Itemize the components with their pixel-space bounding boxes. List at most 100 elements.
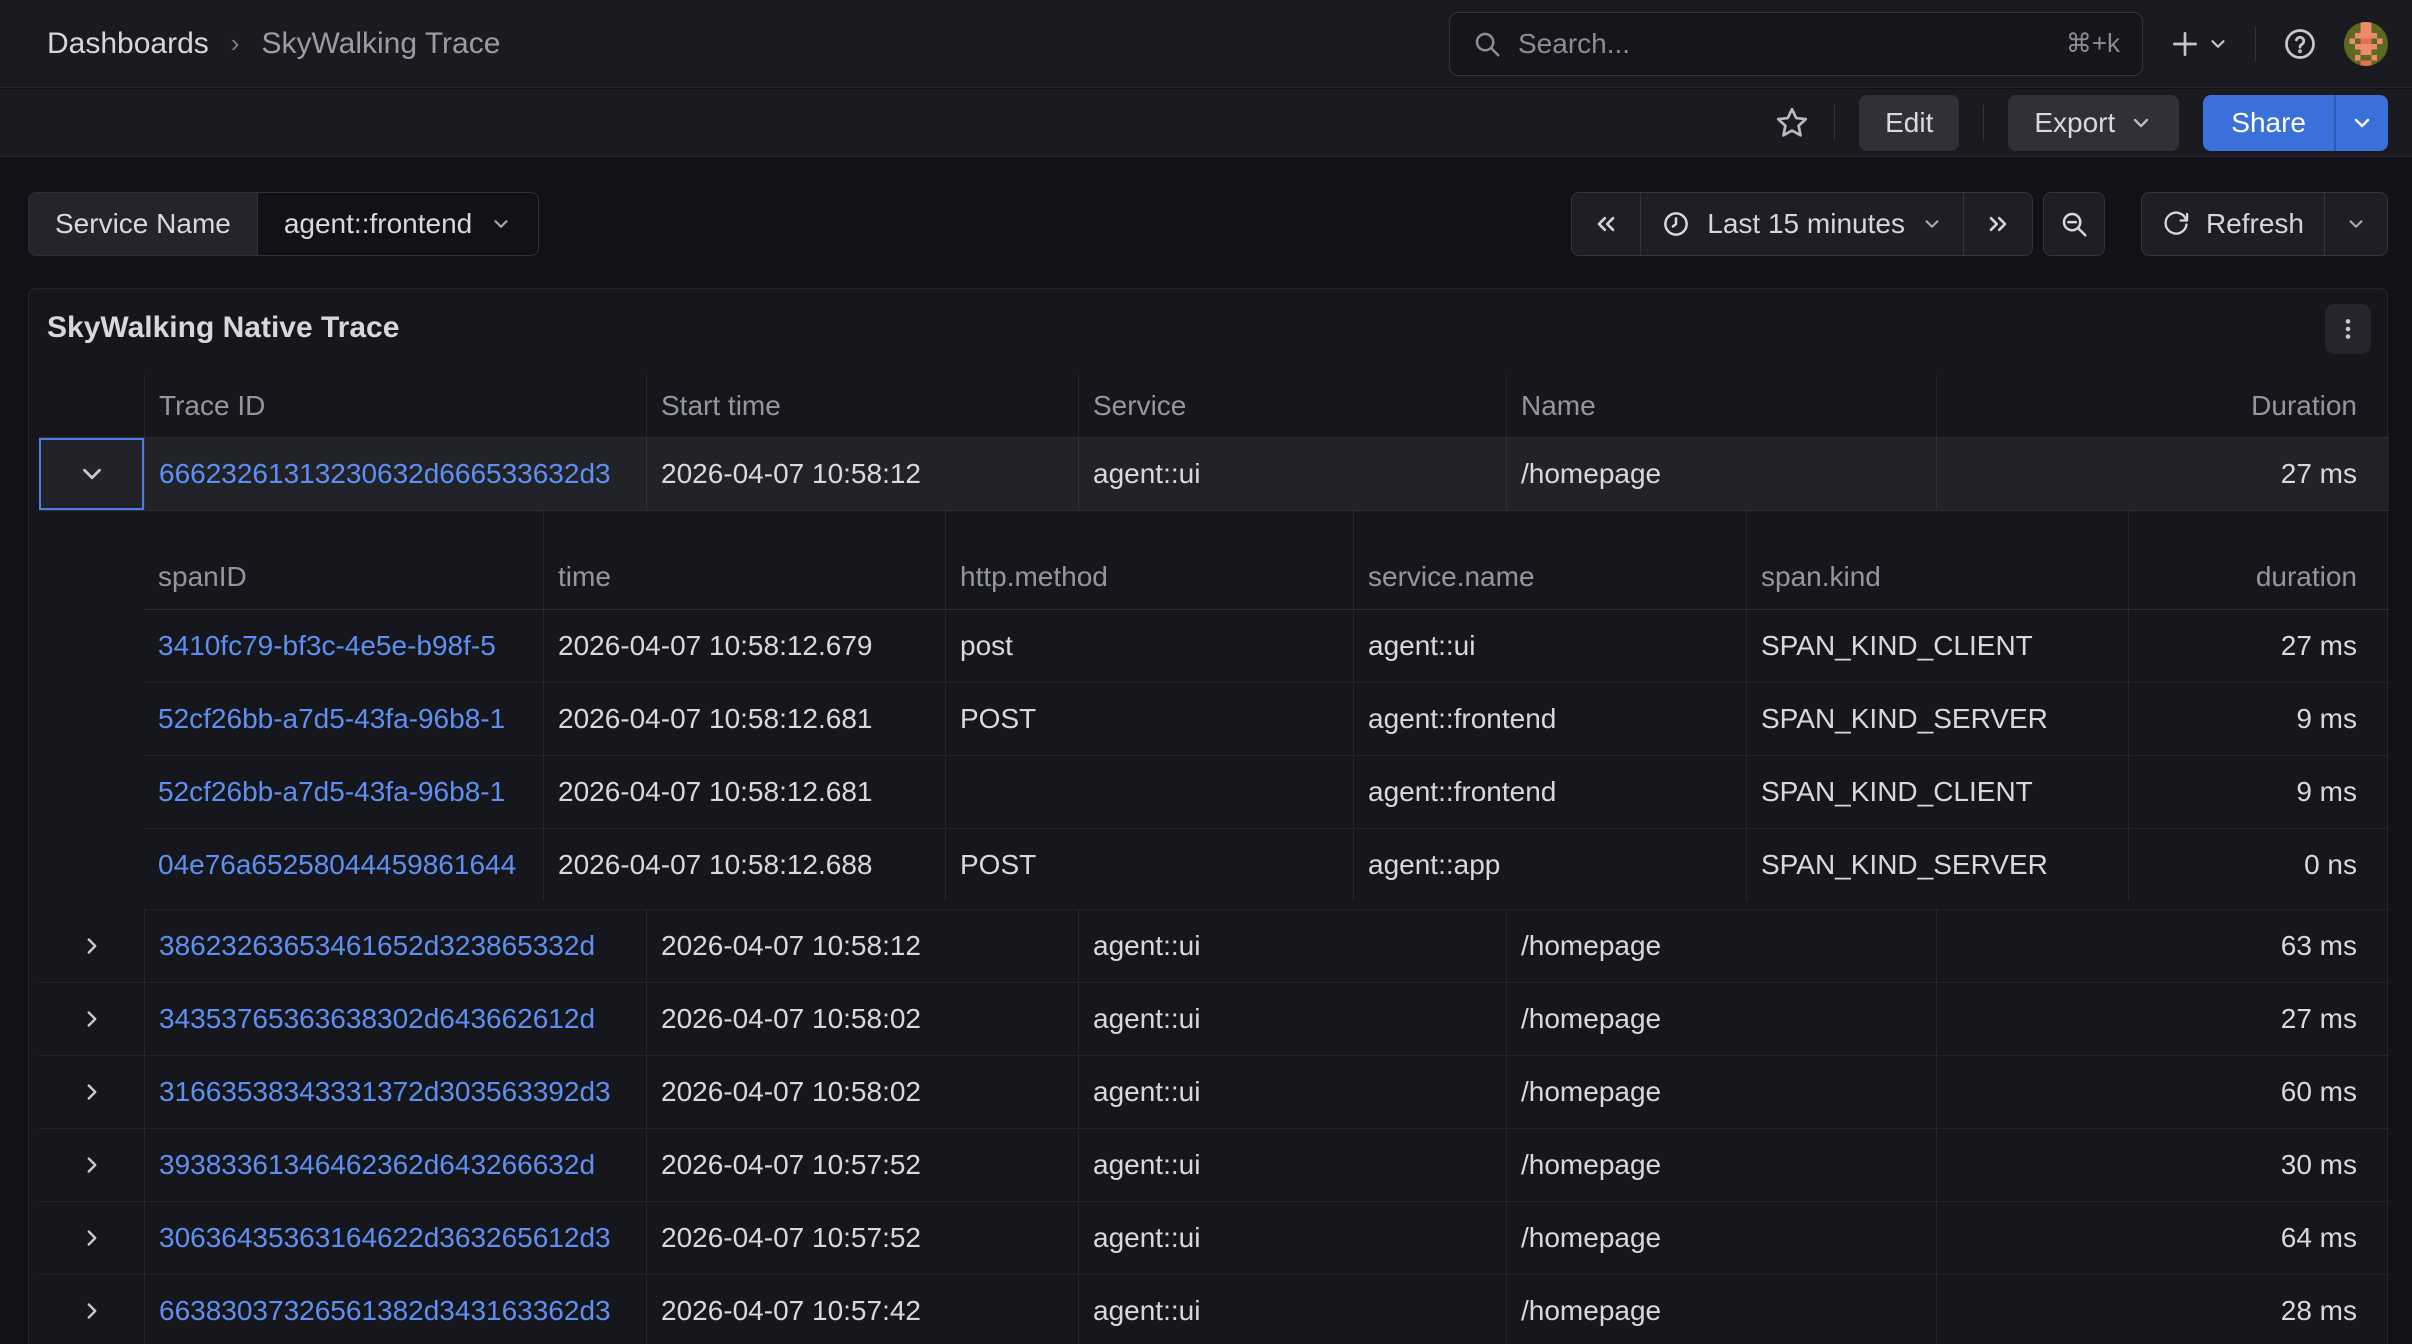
toolbar-divider bbox=[1834, 105, 1835, 141]
collapse-row-button[interactable] bbox=[39, 438, 144, 510]
subcolumn-header-duration[interactable]: duration bbox=[2128, 511, 2389, 609]
panel-menu-button[interactable] bbox=[2325, 304, 2371, 354]
duration-cell: 28 ms bbox=[1936, 1275, 2389, 1344]
service-name-filter-label: Service Name bbox=[29, 193, 257, 255]
name-cell: /homepage bbox=[1506, 983, 1936, 1055]
chevron-right-icon bbox=[79, 1006, 105, 1032]
start-time-cell: 2026-04-07 10:57:52 bbox=[646, 1202, 1078, 1274]
table-row: 30636435363164622d363265612d3 2026-04-07… bbox=[39, 1202, 2389, 1275]
favorite-star-button[interactable] bbox=[1774, 105, 1810, 141]
column-header-service[interactable]: Service bbox=[1078, 375, 1506, 437]
share-menu-button[interactable] bbox=[2334, 95, 2388, 151]
subcolumn-header-span-id[interactable]: spanID bbox=[144, 511, 543, 609]
dashboard-toolbar: Edit Export Share bbox=[0, 89, 2412, 157]
span-http-method-cell: POST bbox=[945, 683, 1353, 755]
expand-row-button[interactable] bbox=[39, 1202, 144, 1274]
share-button[interactable]: Share bbox=[2203, 95, 2334, 151]
column-header-start-time[interactable]: Start time bbox=[646, 375, 1078, 437]
expand-row-button[interactable] bbox=[39, 910, 144, 982]
subcolumn-header-time[interactable]: time bbox=[543, 511, 945, 609]
refresh-interval-button[interactable] bbox=[2324, 193, 2387, 255]
chevron-down-icon bbox=[2345, 213, 2367, 235]
service-name-selected-value: agent::frontend bbox=[284, 208, 472, 240]
breadcrumb-separator-icon: › bbox=[231, 28, 240, 59]
kebab-menu-icon bbox=[2335, 316, 2361, 342]
table-row: 39383361346462362d643266632d 2026-04-07 … bbox=[39, 1129, 2389, 1202]
span-http-method-cell: post bbox=[945, 610, 1353, 682]
span-service-name-cell: agent::frontend bbox=[1353, 683, 1746, 755]
chevrons-left-icon bbox=[1592, 210, 1620, 238]
span-time-cell: 2026-04-07 10:58:12.681 bbox=[543, 683, 945, 755]
span-http-method-cell bbox=[945, 756, 1353, 828]
search-input[interactable]: Search... ⌘+k bbox=[1449, 12, 2143, 76]
avatar[interactable] bbox=[2344, 22, 2388, 66]
expand-row-button[interactable] bbox=[39, 983, 144, 1055]
search-shortcut: ⌘+k bbox=[2066, 28, 2120, 59]
trace-id-link[interactable]: 34353765363638302d643662612d bbox=[144, 983, 646, 1055]
service-cell: agent::ui bbox=[1078, 1202, 1506, 1274]
time-shift-back-button[interactable] bbox=[1572, 193, 1640, 255]
duration-cell: 60 ms bbox=[1936, 1056, 2389, 1128]
help-button[interactable] bbox=[2282, 26, 2318, 62]
time-shift-forward-button[interactable] bbox=[1963, 193, 2032, 255]
table-row: 38623263653461652d323865332d 2026-04-07 … bbox=[39, 910, 2389, 983]
topnav-divider bbox=[2255, 26, 2256, 62]
span-id-link[interactable]: 3410fc79-bf3c-4e5e-b98f-5 bbox=[144, 610, 543, 682]
edit-button-label: Edit bbox=[1885, 107, 1933, 139]
avatar-pixel-art bbox=[2344, 22, 2388, 66]
column-header-name[interactable]: Name bbox=[1506, 375, 1936, 437]
table-header-row: Trace ID Start time Service Name Duratio… bbox=[39, 375, 2389, 438]
refresh-button[interactable]: Refresh bbox=[2142, 193, 2324, 255]
trace-id-link[interactable]: 39383361346462362d643266632d bbox=[144, 1129, 646, 1201]
subcolumn-header-span-kind[interactable]: span.kind bbox=[1746, 511, 2128, 609]
span-id-link[interactable]: 04e76a65258044459861644 bbox=[144, 829, 543, 901]
export-button-label: Export bbox=[2034, 107, 2115, 139]
span-kind-cell: SPAN_KIND_CLIENT bbox=[1746, 756, 2128, 828]
time-range-picker[interactable]: Last 15 minutes bbox=[1640, 193, 1963, 255]
share-button-label: Share bbox=[2231, 107, 2306, 139]
span-kind-cell: SPAN_KIND_SERVER bbox=[1746, 683, 2128, 755]
clock-icon bbox=[1661, 209, 1691, 239]
chevron-right-icon bbox=[79, 1079, 105, 1105]
start-time-cell: 2026-04-07 10:57:42 bbox=[646, 1275, 1078, 1344]
expand-row-button[interactable] bbox=[39, 1056, 144, 1128]
table-row: 66623261313230632d666533632d3 2026-04-07… bbox=[39, 438, 2389, 511]
duration-cell: 30 ms bbox=[1936, 1129, 2389, 1201]
chevron-down-icon bbox=[490, 213, 512, 235]
skywalking-trace-panel: SkyWalking Native Trace Trace ID Start t… bbox=[28, 288, 2388, 1344]
trace-id-link[interactable]: 31663538343331372d303563392d3 bbox=[144, 1056, 646, 1128]
chevron-down-icon bbox=[77, 459, 107, 489]
panel-header: SkyWalking Native Trace bbox=[29, 289, 2387, 353]
span-kind-cell: SPAN_KIND_CLIENT bbox=[1746, 610, 2128, 682]
export-button[interactable]: Export bbox=[2008, 95, 2179, 151]
time-range-group: Last 15 minutes bbox=[1571, 192, 2033, 256]
search-icon bbox=[1472, 29, 1502, 59]
service-name-filter-value[interactable]: agent::frontend bbox=[257, 193, 538, 255]
add-new-button[interactable] bbox=[2169, 28, 2229, 60]
column-header-trace-id[interactable]: Trace ID bbox=[144, 375, 646, 437]
zoom-out-time-button[interactable] bbox=[2043, 192, 2105, 256]
refresh-group: Refresh bbox=[2141, 192, 2388, 256]
trace-id-link[interactable]: 30636435363164622d363265612d3 bbox=[144, 1202, 646, 1274]
plus-icon bbox=[2169, 28, 2201, 60]
panel-title: SkyWalking Native Trace bbox=[47, 311, 399, 345]
name-cell: /homepage bbox=[1506, 1202, 1936, 1274]
column-header-duration[interactable]: Duration bbox=[1936, 375, 2389, 437]
trace-id-link[interactable]: 66383037326561382d343163362d3 bbox=[144, 1275, 646, 1344]
trace-id-link[interactable]: 66623261313230632d666533632d3 bbox=[144, 438, 646, 510]
subcolumn-header-http-method[interactable]: http.method bbox=[945, 511, 1353, 609]
breadcrumb-dashboards[interactable]: Dashboards bbox=[47, 27, 209, 61]
span-duration-cell: 9 ms bbox=[2128, 683, 2389, 755]
span-id-link[interactable]: 52cf26bb-a7d5-43fa-96b8-1 bbox=[144, 756, 543, 828]
chevron-right-icon bbox=[79, 1225, 105, 1251]
expand-row-button[interactable] bbox=[39, 1129, 144, 1201]
expand-row-button[interactable] bbox=[39, 1275, 144, 1344]
search-placeholder: Search... bbox=[1518, 28, 2050, 60]
span-subtable: spanID time http.method service.name spa… bbox=[144, 511, 2389, 910]
chevron-right-icon bbox=[79, 933, 105, 959]
trace-id-link[interactable]: 38623263653461652d323865332d bbox=[144, 910, 646, 982]
star-icon bbox=[1774, 105, 1810, 141]
span-id-link[interactable]: 52cf26bb-a7d5-43fa-96b8-1 bbox=[144, 683, 543, 755]
edit-button[interactable]: Edit bbox=[1859, 95, 1959, 151]
subcolumn-header-service-name[interactable]: service.name bbox=[1353, 511, 1746, 609]
